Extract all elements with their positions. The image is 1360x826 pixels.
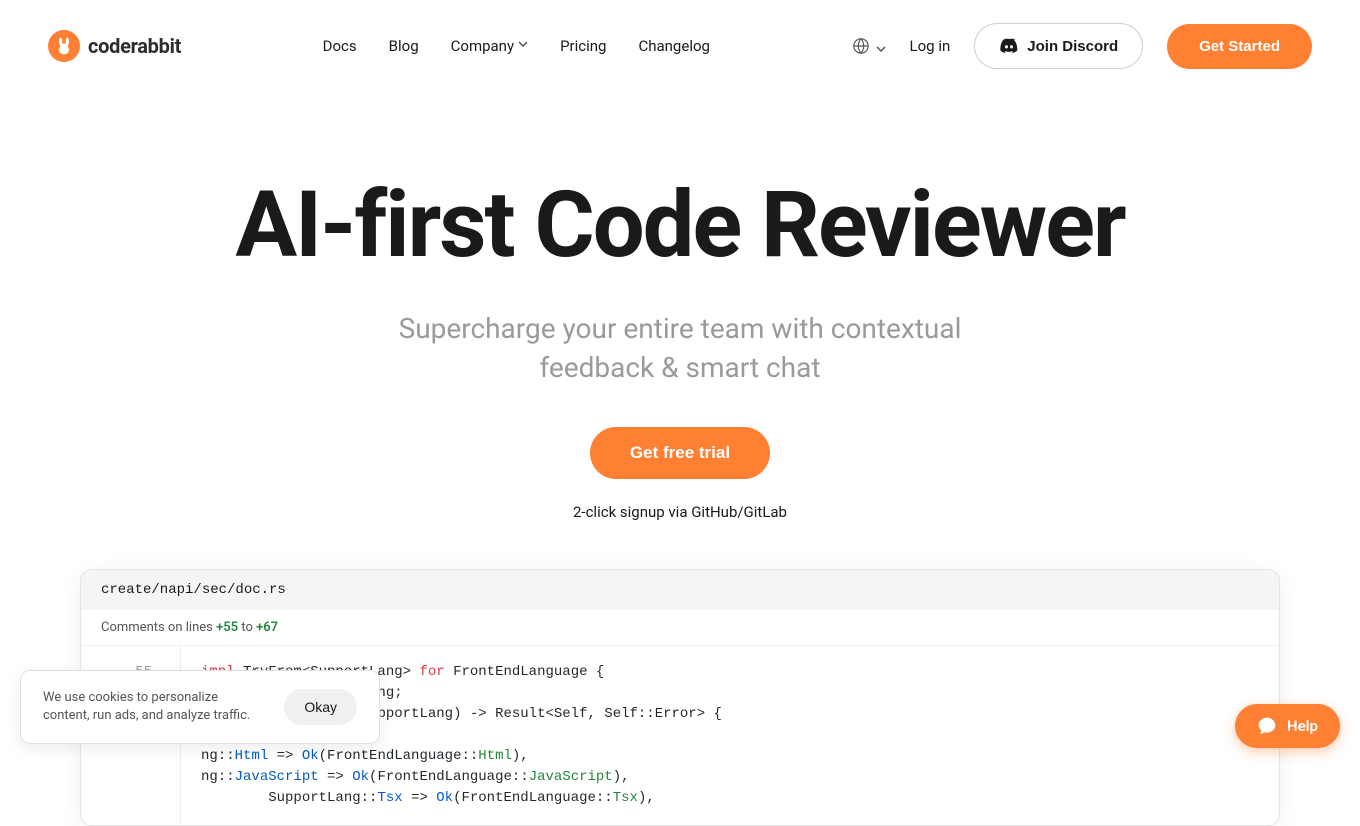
cookie-banner: We use cookies to personalize content, r… bbox=[20, 670, 380, 744]
hero-subtitle: Supercharge your entire team with contex… bbox=[0, 309, 1360, 387]
rabbit-icon bbox=[48, 30, 80, 62]
comments-range: Comments on lines +55 to +67 bbox=[81, 610, 1279, 646]
hero-title: AI-first Code Reviewer bbox=[0, 172, 1360, 279]
logo-text: coderabbit bbox=[88, 34, 181, 58]
nav-blog[interactable]: Blog bbox=[389, 37, 419, 55]
signup-note: 2-click signup via GitHub/GitLab bbox=[0, 503, 1360, 521]
chevron-down-icon bbox=[518, 41, 528, 51]
header-actions: Log in Join Discord Get Started bbox=[852, 23, 1312, 69]
nav-pricing[interactable]: Pricing bbox=[560, 37, 606, 55]
chat-icon bbox=[1257, 716, 1277, 736]
discord-label: Join Discord bbox=[1027, 38, 1118, 55]
join-discord-button[interactable]: Join Discord bbox=[974, 23, 1143, 69]
help-label: Help bbox=[1287, 717, 1318, 735]
nav-company-label: Company bbox=[451, 37, 514, 55]
code-line: ng::JavaScript => Ok(FrontEndLanguage::J… bbox=[201, 767, 1259, 788]
help-widget[interactable]: Help bbox=[1235, 704, 1340, 748]
code-line: ng::Html => Ok(FrontEndLanguage::Html), bbox=[201, 746, 1259, 767]
file-path: create/napi/sec/doc.rs bbox=[81, 570, 1279, 610]
site-header: coderabbit Docs Blog Company Pricing Cha… bbox=[0, 0, 1360, 92]
chevron-down-icon bbox=[876, 37, 886, 56]
nav-changelog[interactable]: Changelog bbox=[638, 37, 709, 55]
code-line: SupportLang::Tsx => Ok(FrontEndLanguage:… bbox=[201, 788, 1259, 809]
cookie-text: We use cookies to personalize content, r… bbox=[43, 689, 254, 725]
logo[interactable]: coderabbit bbox=[48, 30, 181, 62]
main-nav: Docs Blog Company Pricing Changelog bbox=[323, 37, 710, 55]
get-free-trial-button[interactable]: Get free trial bbox=[590, 427, 770, 479]
language-selector[interactable] bbox=[852, 37, 886, 56]
hero-section: AI-first Code Reviewer Supercharge your … bbox=[0, 92, 1360, 521]
discord-icon bbox=[999, 36, 1019, 56]
get-started-button[interactable]: Get Started bbox=[1167, 24, 1312, 69]
nav-company[interactable]: Company bbox=[451, 37, 528, 55]
nav-docs[interactable]: Docs bbox=[323, 37, 357, 55]
login-link[interactable]: Log in bbox=[910, 37, 951, 55]
globe-icon bbox=[852, 37, 870, 55]
cookie-accept-button[interactable]: Okay bbox=[284, 689, 357, 725]
